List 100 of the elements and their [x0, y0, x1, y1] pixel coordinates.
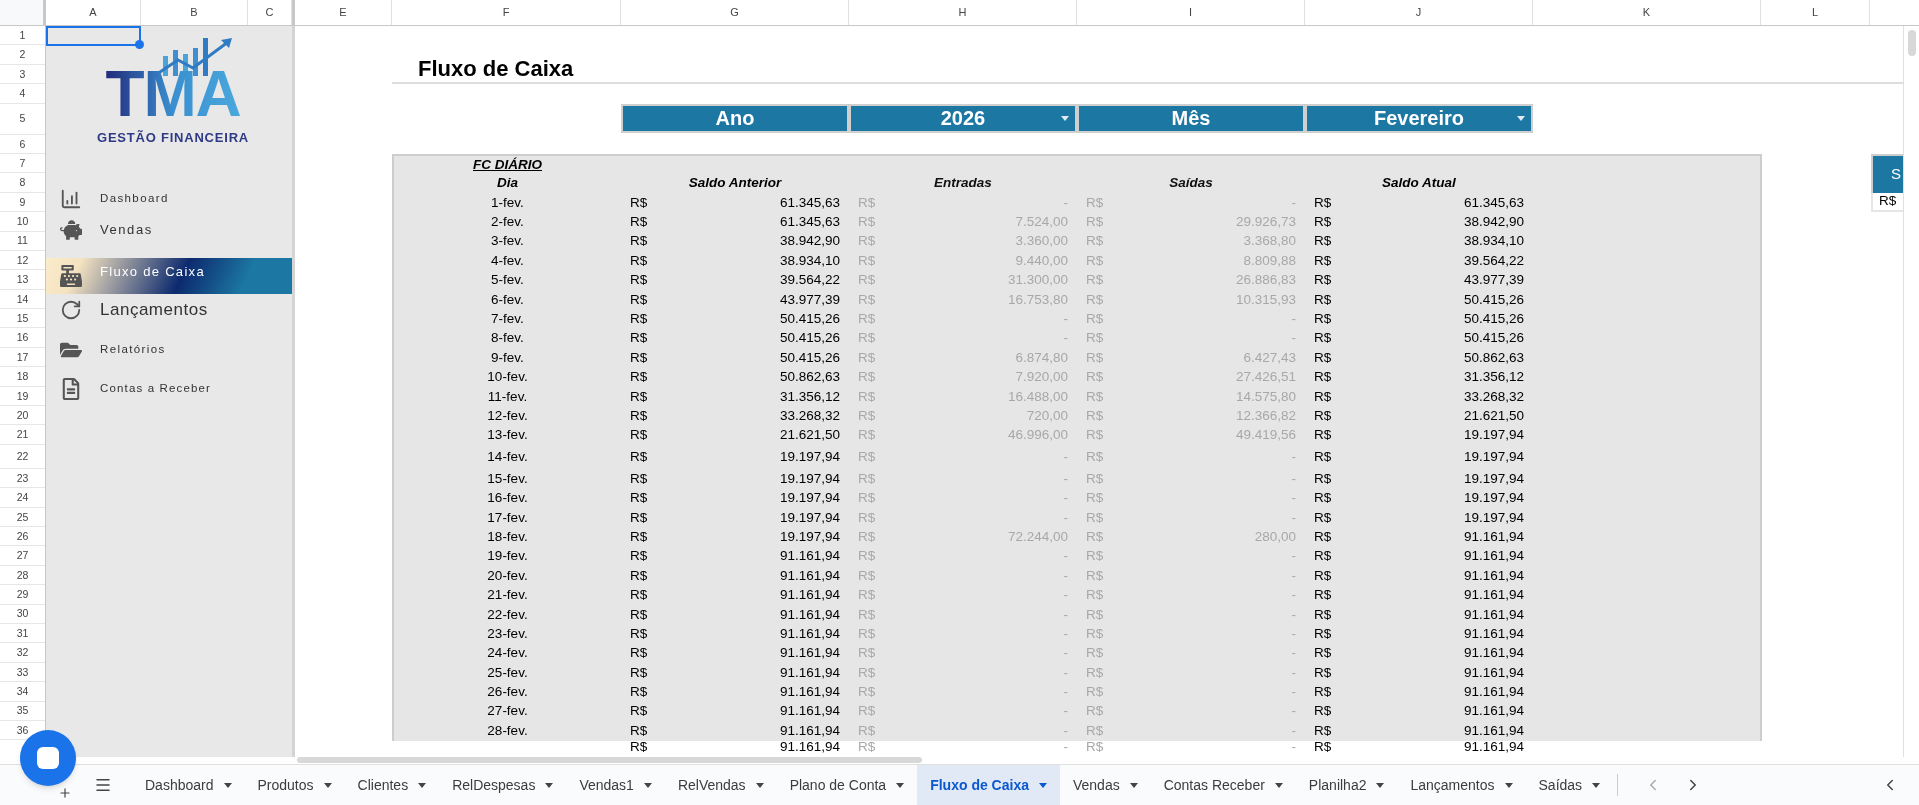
sheet-tab[interactable]: Vendas	[1059, 765, 1151, 805]
sidebar-item[interactable]: Lançamentos	[46, 294, 292, 326]
logo-tagline: GESTÃO FINANCEIRA	[97, 129, 249, 147]
row-number[interactable]: 34	[16, 686, 29, 697]
row-number[interactable]: 35	[16, 705, 29, 716]
sheet-tab[interactable]: Vendas1	[566, 765, 665, 805]
row-number[interactable]: 27	[16, 550, 29, 561]
row-number[interactable]: 25	[16, 511, 29, 523]
amount-cell: 38.942,90	[779, 234, 840, 248]
amount-cell: -	[1291, 588, 1296, 602]
currency-symbol: R$	[858, 646, 876, 660]
sheet-tab[interactable]: Contas Receber	[1150, 765, 1296, 805]
row-number[interactable]: 26	[16, 530, 29, 542]
day-cell: 16-fev.	[487, 491, 528, 505]
sidebar-item[interactable]: Vendas	[46, 214, 292, 245]
sheet-tab[interactable]: Dashboard	[132, 765, 245, 805]
column-header[interactable]: I	[1077, 0, 1305, 25]
sidebar-item[interactable]: Relatórios	[46, 332, 292, 368]
row-number[interactable]: 31	[16, 627, 29, 639]
row-number[interactable]: 4	[19, 88, 26, 99]
currency-symbol: R$	[630, 234, 648, 248]
row-number[interactable]: 6	[19, 138, 26, 149]
sheet-tab[interactable]: RelDespesas	[439, 765, 567, 805]
row-number[interactable]: 28	[16, 569, 29, 581]
amount-cell: 21.621,50	[779, 428, 840, 442]
day-cell: 11-fev.	[487, 389, 528, 404]
row-number[interactable]: 32	[16, 647, 29, 658]
sheet-tab[interactable]: Lançamentos	[1397, 765, 1526, 805]
row-number[interactable]: 15	[16, 313, 29, 324]
row-number[interactable]: 22	[16, 451, 29, 462]
row-number[interactable]: 5	[19, 113, 26, 124]
filter-dropdown[interactable]: 2026	[849, 103, 1077, 133]
sidebar-item[interactable]: Fluxo de Caixa	[46, 258, 292, 294]
row-number[interactable]: 30	[16, 608, 29, 619]
amount-cell: 7.524,00	[1015, 215, 1068, 229]
row-number[interactable]: 13	[16, 274, 29, 285]
corner-cell[interactable]	[0, 0, 46, 25]
row-number[interactable]: 24	[16, 492, 29, 503]
sheet-tab[interactable]: Produtos	[244, 765, 345, 805]
column-header[interactable]: F	[392, 0, 621, 25]
row-number[interactable]: 14	[16, 293, 29, 305]
filter-dropdown[interactable]: Fevereiro	[1305, 103, 1533, 133]
row-number[interactable]: 36	[16, 724, 29, 736]
amount-cell: 50.415,26	[1463, 312, 1524, 326]
row-number[interactable]: 3	[19, 68, 26, 80]
caret-icon	[1129, 782, 1138, 788]
row-number[interactable]: 1	[19, 29, 26, 41]
row-number[interactable]: 29	[16, 589, 29, 600]
amount-cell: -	[1063, 685, 1068, 699]
amount-cell: 31.356,12	[1463, 370, 1524, 384]
sheet-tab[interactable]: RelVendas	[664, 765, 777, 805]
row-number[interactable]: 7	[19, 157, 26, 169]
column-header[interactable]: H	[849, 0, 1077, 25]
sheet-tab[interactable]: Fluxo de Caixa	[917, 765, 1060, 805]
row-number[interactable]: 33	[16, 666, 29, 678]
row-number[interactable]: 10	[16, 216, 29, 227]
sidebar-item[interactable]: Contas a Receber	[46, 371, 292, 407]
column-heading: Saídas	[1169, 173, 1213, 192]
row-number[interactable]: 17	[16, 351, 29, 363]
sheet-tab[interactable]: Plano de Conta	[776, 765, 918, 805]
column-header[interactable]: J	[1305, 0, 1533, 25]
amount-cell: -	[1291, 491, 1296, 505]
sidebar-item[interactable]: Dashboard	[46, 183, 292, 214]
column-header[interactable]: L	[1761, 0, 1870, 25]
row-number[interactable]: 9	[19, 196, 26, 208]
amount-cell: -	[1063, 626, 1068, 641]
column-header[interactable]: K	[1533, 0, 1761, 25]
row-number[interactable]: 16	[16, 332, 29, 343]
menu-icon[interactable]	[94, 776, 112, 794]
amount-cell: 91.161,94	[1463, 607, 1524, 621]
amount-cell: 19.197,94	[1463, 450, 1524, 464]
column-header[interactable]: G	[621, 0, 849, 25]
day-cell: 4-fev.	[491, 253, 524, 268]
row-number[interactable]: 8	[19, 177, 26, 188]
column-header[interactable]: B	[141, 0, 248, 25]
sheet-tab[interactable]: Saídas	[1525, 765, 1614, 805]
sheet-tab[interactable]: Planilha2	[1295, 765, 1398, 805]
row-number[interactable]: 18	[16, 371, 29, 382]
currency-symbol: R$	[630, 409, 648, 423]
column-heading: Saldo Atual	[1382, 173, 1456, 192]
currency-symbol: R$	[858, 510, 876, 525]
row-number[interactable]: 11	[17, 235, 28, 246]
row-number[interactable]: 19	[16, 390, 29, 402]
amount-cell: 280,00	[1254, 529, 1296, 544]
row-number[interactable]: 20	[16, 409, 29, 421]
currency-symbol: R$	[858, 312, 876, 326]
amount-cell: 50.415,26	[1463, 331, 1524, 345]
row-number[interactable]: 23	[16, 472, 29, 484]
caret-icon	[1061, 115, 1069, 121]
amount-cell: 91.161,94	[1463, 740, 1524, 754]
column-header[interactable]: A	[46, 0, 141, 25]
currency-symbol: R$	[858, 450, 876, 464]
horizontal-scrollbar[interactable]	[297, 757, 922, 763]
row-number[interactable]: 2	[19, 49, 26, 60]
row-number[interactable]: 12	[16, 254, 29, 266]
row-number[interactable]: 21	[16, 429, 29, 440]
add-sheet-icon[interactable]	[58, 786, 72, 800]
sheet-tab[interactable]: Clientes	[344, 765, 440, 805]
vertical-scrollbar[interactable]	[1907, 30, 1916, 56]
column-header[interactable]: E	[295, 0, 392, 25]
